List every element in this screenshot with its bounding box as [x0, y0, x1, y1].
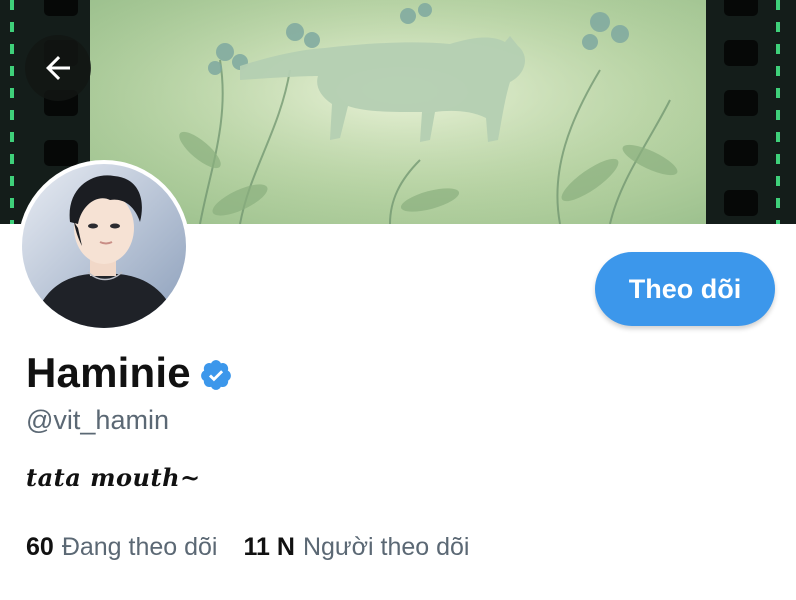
follow-button[interactable]: Theo dõi [595, 252, 775, 326]
arrow-left-icon [46, 56, 70, 80]
banner-photo [90, 0, 706, 224]
username-handle: @vit_hamin [26, 405, 169, 435]
back-button[interactable] [25, 35, 91, 101]
followers-stat[interactable]: 11 N Người theo dõi [244, 533, 470, 562]
display-name: Haminie [26, 349, 191, 396]
followers-count: 11 N [243, 533, 295, 561]
following-count: 60 [26, 533, 54, 561]
display-name-row: Haminie [26, 349, 233, 397]
following-stat[interactable]: 60 Đang theo dõi [26, 533, 218, 562]
bio-text: tata mouth~ [26, 463, 201, 492]
follow-stats: 60 Đang theo dõi 11 N Người theo dõi [26, 533, 470, 562]
film-strip-right [706, 0, 796, 224]
avatar[interactable] [18, 160, 190, 332]
followers-label: Người theo dõi [302, 533, 470, 561]
verified-badge-icon [200, 360, 231, 390]
following-label: Đang theo dõi [61, 533, 218, 561]
